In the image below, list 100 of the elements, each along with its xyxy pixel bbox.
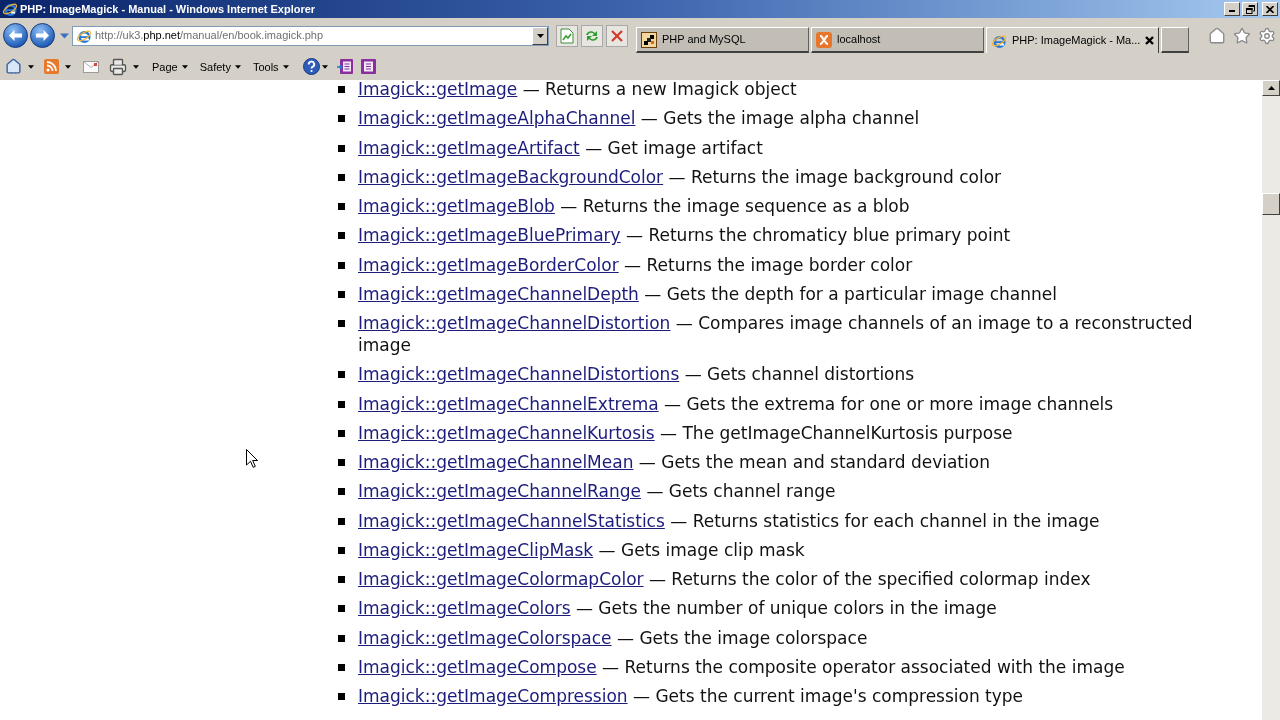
function-link[interactable]: Imagick::getImageChannelStatistics <box>358 510 665 531</box>
close-button[interactable] <box>1262 2 1278 16</box>
function-entry: Imagick::getImageChannelStatistics — Returns statistics for each channel in the image <box>358 510 1100 531</box>
function-entry: Imagick::getImageChannelKurtosis — The getImageChannelKurtosis purpose <box>358 422 1013 443</box>
bullet-icon <box>338 261 345 269</box>
bullet-icon <box>338 488 345 496</box>
function-entry: Imagick::getImageArtifact — Get image artifact <box>358 137 763 158</box>
compatibility-view-button[interactable] <box>556 24 578 47</box>
function-entry: Imagick::getImageAlphaChannel — Gets the image alpha channel <box>358 108 920 129</box>
menu-button[interactable]: Safety <box>199 58 241 75</box>
function-entry: Imagick::getImageClipMask — Gets image clip mask <box>358 539 805 560</box>
scrollbar-thumb[interactable] <box>1262 193 1280 215</box>
function-entry: Imagick::getImageCompression — Gets the current image's compression type <box>358 686 1024 706</box>
bullet-icon <box>338 663 345 671</box>
bullet-icon <box>338 144 345 152</box>
favorites-star-icon[interactable] <box>1233 26 1251 45</box>
help-button[interactable] <box>302 58 328 75</box>
function-entry: Imagick::getImageColormapColor — Returns the color of the specified colormap index <box>358 569 1091 589</box>
vertical-scrollbar[interactable] <box>1262 80 1280 720</box>
notebook-button[interactable] <box>359 58 377 75</box>
cursor-icon <box>246 449 258 468</box>
bullet-icon <box>338 459 345 466</box>
function-link[interactable]: Imagick::getImageCompression <box>358 686 628 706</box>
function-entry: Imagick::getImage — Returns a new Imagick object <box>358 80 797 99</box>
home-menu-button[interactable] <box>4 58 35 75</box>
browser-tab[interactable]: PHP: ImageMagick - Ma... <box>986 27 1160 53</box>
function-link[interactable]: Imagick::getImageAlphaChannel <box>358 108 636 129</box>
feed-icon <box>44 59 59 74</box>
restore-icon <box>1245 4 1255 14</box>
forward-button[interactable] <box>30 23 55 48</box>
bullet-icon <box>338 371 345 379</box>
function-link[interactable]: Imagick::getImageColorspace <box>358 627 612 648</box>
function-link[interactable]: Imagick::getImageChannelDepth <box>358 283 639 304</box>
caret-icon <box>321 64 328 69</box>
scroll-up-button[interactable] <box>1262 80 1280 96</box>
restore-button[interactable] <box>1242 2 1258 16</box>
function-link[interactable]: Imagick::getImageColors <box>358 598 571 619</box>
function-link[interactable]: Imagick::getImageArtifact <box>358 137 580 158</box>
send-to-notebook-icon <box>336 58 354 75</box>
function-link[interactable]: Imagick::getImageChannelKurtosis <box>358 422 655 443</box>
home-icon[interactable] <box>1208 26 1226 45</box>
function-entry: Imagick::getImageBluePrimary — Returns the chromaticy blue primary point <box>358 225 1011 246</box>
close-tab-icon[interactable] <box>1145 36 1155 45</box>
address-field[interactable]: http://uk3.php.net/manual/en/book.imagick.php <box>72 25 549 46</box>
bullet-icon <box>338 115 345 123</box>
minimize-button[interactable] <box>1224 2 1240 16</box>
send-to-notebook-button[interactable] <box>336 58 354 75</box>
caret-icon <box>536 33 544 38</box>
function-link[interactable]: Imagick::getImageCompose <box>358 656 597 677</box>
browser-tab[interactable]: localhost <box>811 27 984 53</box>
stop-icon <box>611 29 623 42</box>
function-link[interactable]: Imagick::getImageChannelDistortions <box>358 364 680 385</box>
close-icon <box>1266 5 1274 13</box>
menu-button[interactable]: Tools <box>252 58 289 75</box>
bullet-icon <box>338 290 345 298</box>
refresh-button[interactable] <box>581 24 603 47</box>
checkered-page-icon <box>641 31 657 48</box>
function-entry: Imagick::getImageBackgroundColor — Returns the image background color <box>358 166 1002 187</box>
function-link[interactable]: Imagick::getImageBluePrimary <box>358 225 621 246</box>
function-link[interactable]: Imagick::getImageChannelMean <box>358 452 634 472</box>
function-link[interactable]: Imagick::getImageChannelDistortion <box>358 313 671 333</box>
bullet-icon <box>338 203 345 210</box>
caret-icon <box>59 32 69 39</box>
notebook-icon <box>359 58 377 75</box>
feeds-button[interactable] <box>43 59 72 74</box>
bullet-icon <box>338 546 345 554</box>
bullet-icon <box>338 634 345 642</box>
function-link[interactable]: Imagick::getImageBlob <box>358 196 555 216</box>
function-entry: Imagick::getImageCompose — Returns the composite operator associated with the image <box>358 656 1125 677</box>
minimize-icon <box>1229 10 1235 12</box>
function-link[interactable]: Imagick::getImageColormapColor <box>358 569 644 589</box>
function-link[interactable]: Imagick::getImageBorderColor <box>358 254 619 275</box>
bullet-icon <box>338 173 345 181</box>
settings-icon[interactable] <box>1258 26 1276 45</box>
bullet-icon <box>338 400 345 408</box>
window-title: PHP: ImageMagick - Manual - Windows Internet Explorer <box>20 2 316 16</box>
browser-tab[interactable]: PHP and MySQL <box>636 27 809 53</box>
mail-button[interactable] <box>82 60 100 73</box>
up-arrow-icon <box>1267 86 1275 90</box>
print-button[interactable] <box>108 57 140 76</box>
new-tab-button[interactable] <box>1161 27 1190 53</box>
printer-icon <box>109 57 127 76</box>
function-link[interactable]: Imagick::getImageChannelRange <box>358 481 641 502</box>
back-button[interactable] <box>3 23 28 48</box>
function-link[interactable]: Imagick::getImageClipMask <box>358 539 594 560</box>
function-entry: Imagick::getImageChannelDistortions — Gets channel distortions <box>358 364 915 385</box>
stop-button[interactable] <box>606 24 628 47</box>
help-icon <box>302 58 320 75</box>
function-link[interactable]: Imagick::getImageBackgroundColor <box>358 166 664 187</box>
function-entry: Imagick::getImageChannelMean — Gets the mean and standard deviation <box>358 452 990 472</box>
function-link[interactable]: Imagick::getImage <box>358 80 518 99</box>
caret-icon <box>234 64 241 69</box>
bullet-icon <box>338 693 345 700</box>
caret-icon <box>133 64 139 69</box>
menu-button[interactable]: Page <box>152 58 188 75</box>
bullet-icon <box>338 605 345 613</box>
address-dropdown-button[interactable] <box>532 26 548 45</box>
caret-icon <box>65 64 71 69</box>
function-link[interactable]: Imagick::getImageChannelExtrema <box>358 393 659 414</box>
tab-title: PHP and MySQL <box>662 32 746 48</box>
